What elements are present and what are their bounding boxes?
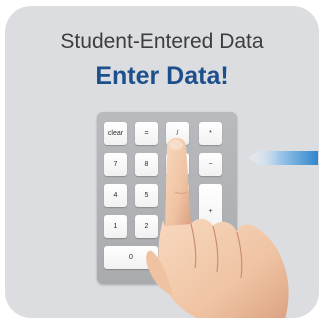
key-1[interactable]: 1 [104, 215, 127, 238]
key-clear[interactable]: clear [104, 122, 127, 145]
enter-data-heading: Enter Data! [95, 62, 229, 90]
pointing-hand-icon [146, 137, 289, 318]
title: Student-Entered Data [60, 30, 264, 53]
key-7[interactable]: 7 [104, 153, 127, 176]
card: Student-Entered Data Enter Data! clear =… [5, 6, 319, 318]
key-4[interactable]: 4 [104, 184, 127, 207]
